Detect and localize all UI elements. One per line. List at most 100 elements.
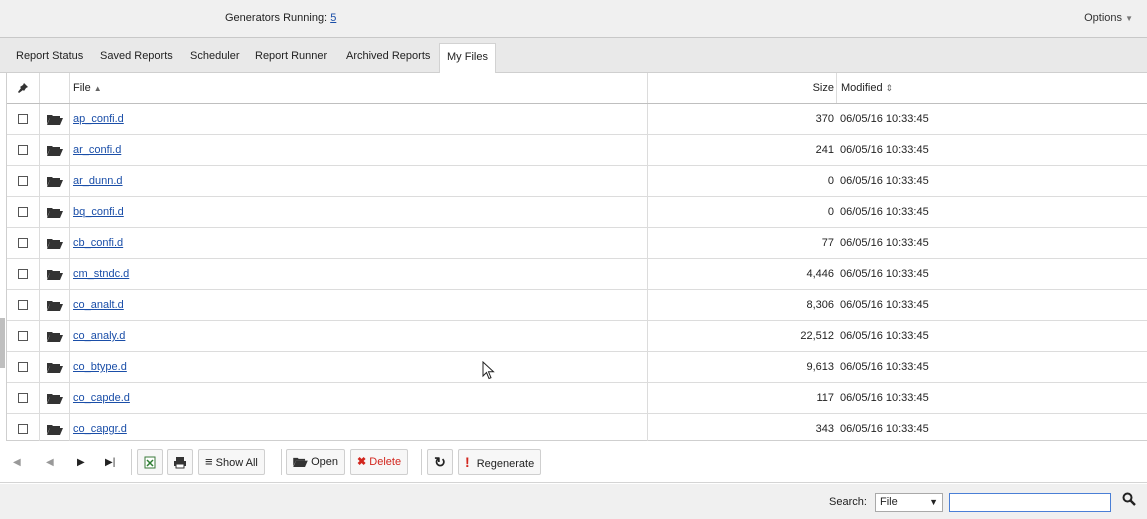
chevron-down-icon: ▼ [929, 497, 938, 507]
file-size: 8,306 [806, 299, 834, 311]
table-row[interactable]: cm_stndc.d 4,446 06/05/16 10:33:45 [7, 259, 1147, 290]
search-bar: Search: File ▼ [0, 484, 1147, 519]
row-checkbox[interactable] [18, 145, 28, 156]
file-link[interactable]: cm_stndc.d [73, 268, 129, 280]
table-row[interactable]: cb_confi.d 77 06/05/16 10:33:45 [7, 228, 1147, 259]
file-size: 0 [827, 175, 834, 187]
next-page-icon[interactable]: ▶ [77, 457, 85, 468]
options-menu[interactable]: Options ▼ [1084, 12, 1133, 24]
folder-open-icon [46, 207, 63, 218]
table-row[interactable]: ap_confi.d 370 06/05/16 10:33:45 [7, 104, 1147, 135]
open-button[interactable]: Open [286, 449, 345, 475]
refresh-button[interactable]: ↻ [427, 449, 453, 475]
file-modified: 06/05/16 10:33:45 [840, 268, 929, 280]
generators-count-link[interactable]: 5 [330, 12, 336, 24]
row-checkbox[interactable] [18, 176, 28, 187]
row-checkbox[interactable] [18, 424, 28, 435]
row-checkbox[interactable] [18, 114, 28, 125]
generators-label: Generators Running: [225, 12, 328, 24]
list-icon: ≡ [205, 454, 213, 469]
regenerate-button[interactable]: ! Regenerate [458, 449, 542, 475]
pin-column-header[interactable] [7, 73, 40, 103]
file-size: 0 [827, 206, 834, 218]
chevron-down-icon: ▼ [1125, 14, 1133, 23]
excel-icon [144, 456, 156, 469]
file-link[interactable]: co_analy.d [73, 330, 125, 342]
row-checkbox[interactable] [18, 207, 28, 218]
table-row[interactable]: ar_dunn.d 0 06/05/16 10:33:45 [7, 166, 1147, 197]
first-page-icon[interactable]: ◀ [13, 457, 23, 468]
tab-report-runner[interactable]: Report Runner [248, 43, 334, 73]
tab-scheduler[interactable]: Scheduler [183, 43, 247, 73]
file-size: 370 [815, 113, 834, 125]
file-size: 4,446 [806, 268, 834, 280]
table-row[interactable]: co_analy.d 22,512 06/05/16 10:33:45 [7, 321, 1147, 352]
folder-open-icon [46, 424, 63, 435]
file-size: 22,512 [800, 330, 834, 342]
search-label: Search: [829, 496, 867, 508]
file-modified: 06/05/16 10:33:45 [840, 392, 929, 404]
sort-icon: ⇕ [885, 83, 894, 93]
file-column-header[interactable]: File ▲ [70, 73, 648, 103]
file-modified: 06/05/16 10:33:45 [840, 361, 929, 373]
tab-archived-reports[interactable]: Archived Reports [339, 43, 437, 73]
file-link[interactable]: co_capgr.d [73, 423, 127, 435]
file-modified: 06/05/16 10:33:45 [840, 299, 929, 311]
prev-page-icon[interactable]: ◀ [46, 457, 54, 468]
row-checkbox[interactable] [18, 238, 28, 249]
file-link[interactable]: cb_confi.d [73, 237, 123, 249]
print-button[interactable] [167, 449, 193, 475]
file-modified: 06/05/16 10:33:45 [840, 144, 929, 156]
tab-saved-reports[interactable]: Saved Reports [93, 43, 180, 73]
row-checkbox[interactable] [18, 331, 28, 342]
size-column-header[interactable]: Size [648, 73, 834, 103]
tab-my-files[interactable]: My Files [439, 43, 496, 73]
folder-open-icon [46, 362, 63, 373]
grid-header: File ▲ Size Modified ⇕ [7, 73, 1147, 104]
search-input[interactable] [949, 493, 1111, 512]
search-field-select[interactable]: File ▼ [875, 493, 943, 512]
left-edge-handle[interactable] [0, 318, 5, 368]
files-grid: File ▲ Size Modified ⇕ ap_confi.d 370 06… [6, 73, 1147, 445]
file-size: 9,613 [806, 361, 834, 373]
tab-report-status[interactable]: Report Status [9, 43, 90, 73]
last-page-icon[interactable]: ▶| [105, 457, 115, 468]
file-link[interactable]: ar_dunn.d [73, 175, 123, 187]
folder-open-icon [46, 238, 63, 249]
folder-open-icon [46, 331, 63, 342]
file-link[interactable]: bq_confi.d [73, 206, 124, 218]
icon-column-header [40, 73, 70, 103]
pin-icon [18, 83, 28, 94]
search-icon[interactable] [1122, 492, 1136, 509]
modified-column-header[interactable]: Modified ⇕ [836, 73, 1147, 103]
delete-label: Delete [369, 456, 402, 468]
show-all-label: Show All [215, 457, 258, 469]
show-all-button[interactable]: ≡ Show All [198, 449, 265, 475]
table-row[interactable]: co_btype.d 9,613 06/05/16 10:33:45 [7, 352, 1147, 383]
folder-open-icon [46, 114, 63, 125]
file-size: 117 [816, 392, 834, 404]
file-modified: 06/05/16 10:33:45 [840, 237, 929, 249]
table-row[interactable]: co_analt.d 8,306 06/05/16 10:33:45 [7, 290, 1147, 321]
table-row[interactable]: co_capde.d 117 06/05/16 10:33:45 [7, 383, 1147, 414]
file-link[interactable]: ap_confi.d [73, 113, 124, 125]
table-row[interactable]: ar_confi.d 241 06/05/16 10:33:45 [7, 135, 1147, 166]
file-size: 241 [815, 144, 834, 156]
file-link[interactable]: co_btype.d [73, 361, 127, 373]
exclamation-icon: ! [465, 454, 470, 470]
grid-toolbar: ◀ ◀ ▶ ▶| ≡ Show All Open ✖ Delete ↻ ! Re… [0, 441, 1147, 483]
row-checkbox[interactable] [18, 393, 28, 404]
file-link[interactable]: co_analt.d [73, 299, 124, 311]
top-bar: Generators Running: 5 Options ▼ [0, 0, 1147, 38]
file-modified: 06/05/16 10:33:45 [840, 206, 929, 218]
size-column-label: Size [812, 82, 834, 94]
export-excel-button[interactable] [137, 449, 163, 475]
row-checkbox[interactable] [18, 362, 28, 373]
file-link[interactable]: ar_confi.d [73, 144, 121, 156]
file-column-label: File [73, 82, 91, 94]
delete-button[interactable]: ✖ Delete [350, 449, 409, 475]
table-row[interactable]: bq_confi.d 0 06/05/16 10:33:45 [7, 197, 1147, 228]
row-checkbox[interactable] [18, 269, 28, 280]
row-checkbox[interactable] [18, 300, 28, 311]
file-link[interactable]: co_capde.d [73, 392, 130, 404]
